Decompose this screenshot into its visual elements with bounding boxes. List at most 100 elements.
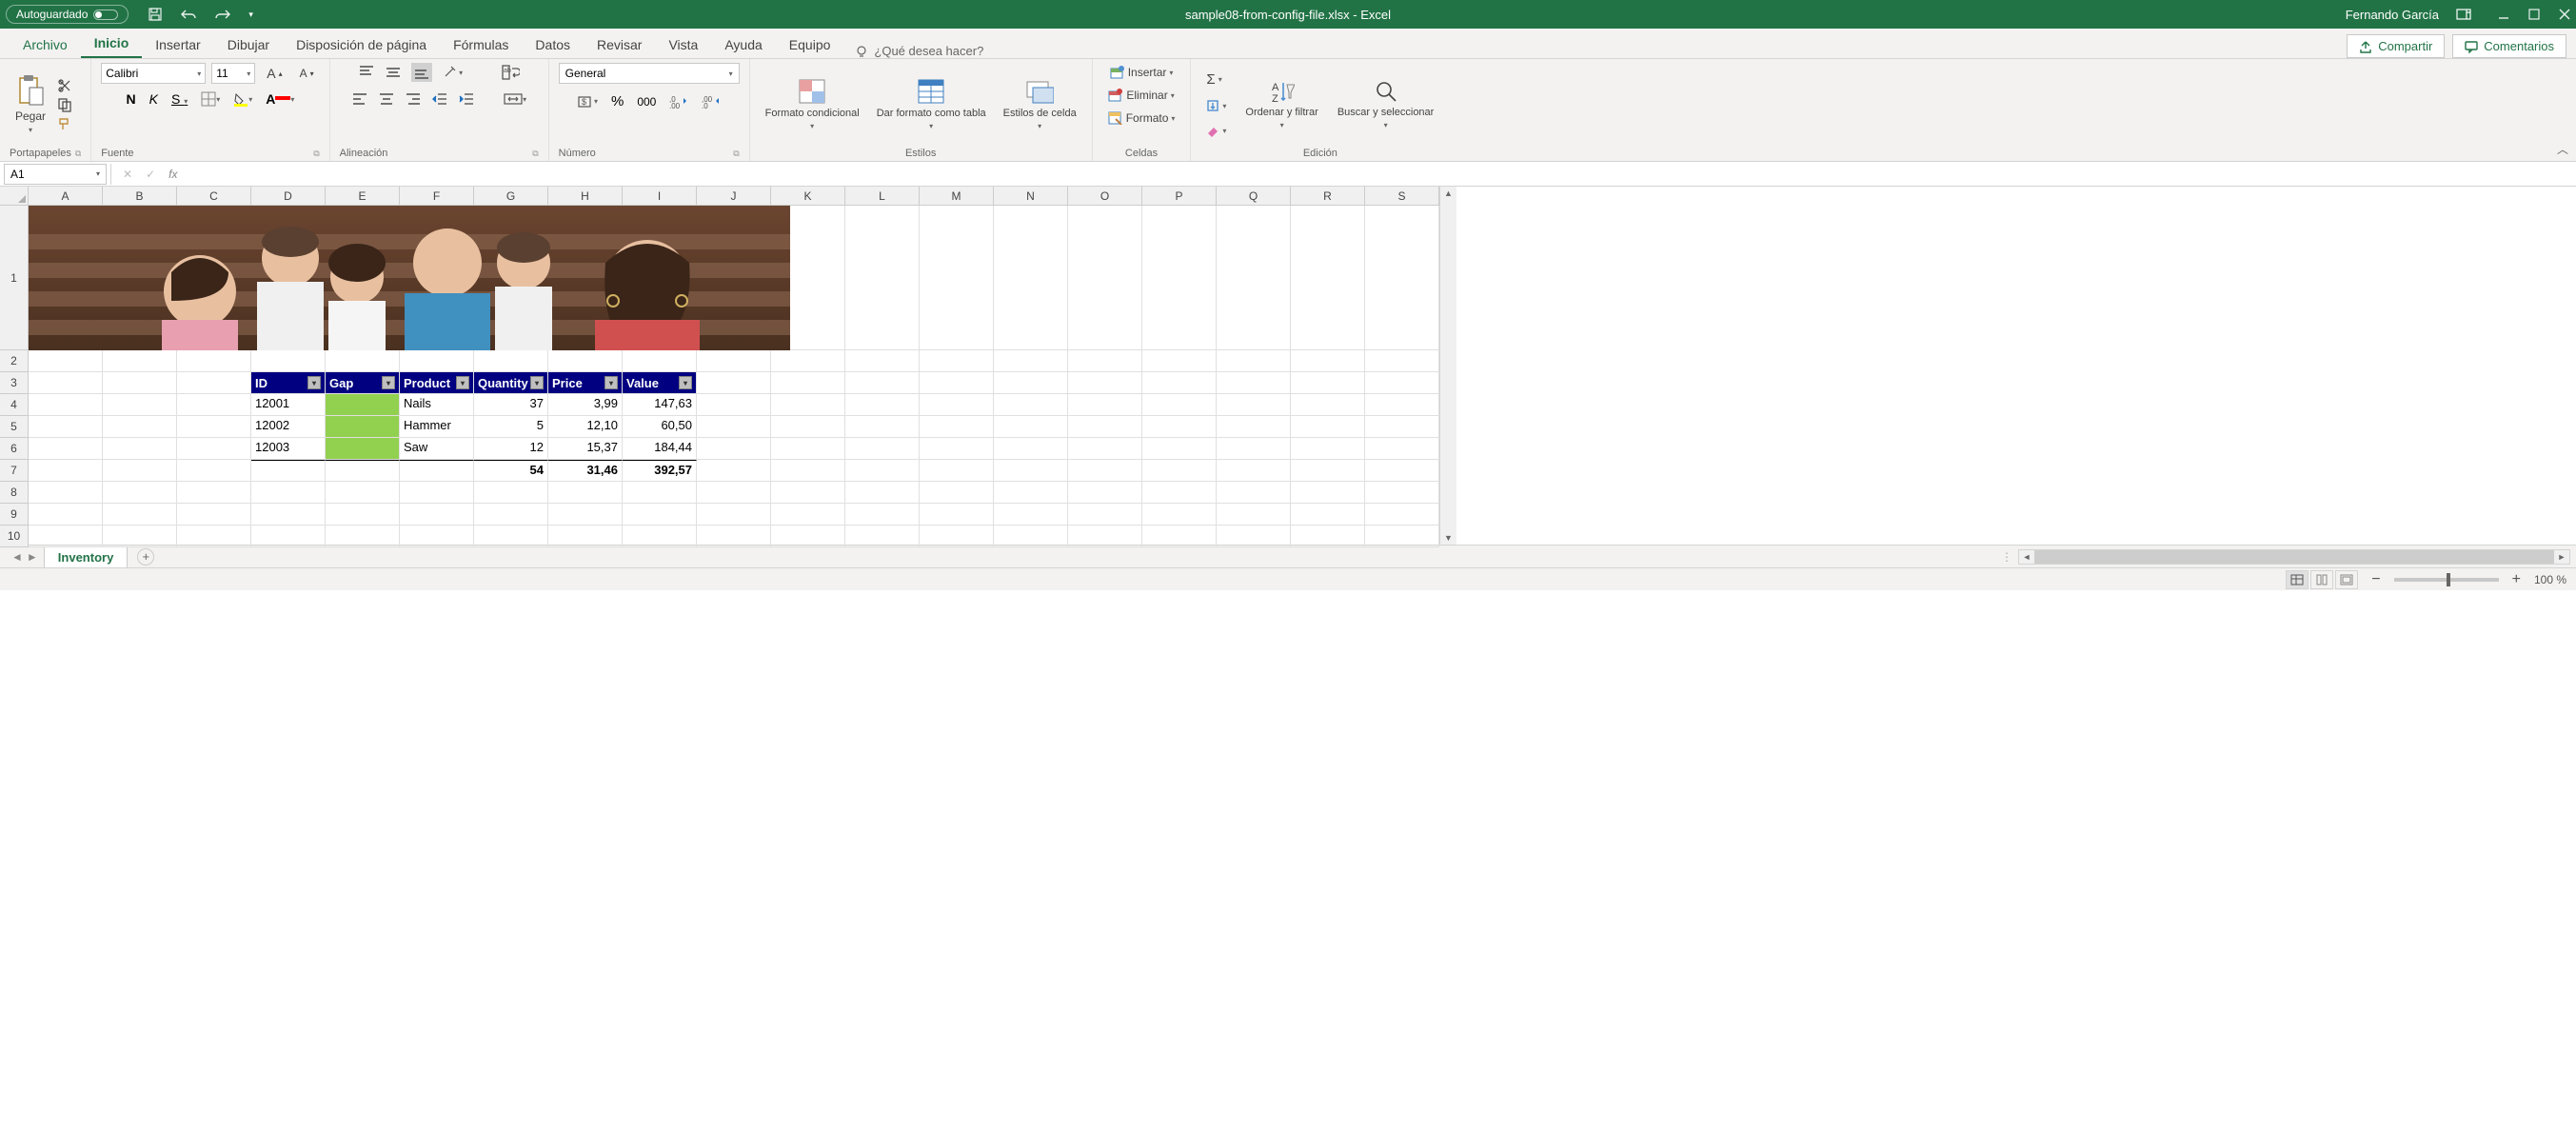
column-header[interactable]: J bbox=[697, 187, 771, 206]
tell-me-search[interactable]: ¿Qué desea hacer? bbox=[855, 44, 983, 58]
cell-qty[interactable]: 37 bbox=[474, 394, 548, 416]
column-header[interactable]: Q bbox=[1217, 187, 1291, 206]
undo-icon[interactable] bbox=[180, 8, 197, 21]
align-middle-icon[interactable] bbox=[385, 65, 402, 80]
zoom-out-button[interactable]: − bbox=[2371, 571, 2380, 588]
tab-draw[interactable]: Dibujar bbox=[214, 31, 283, 58]
embedded-image[interactable] bbox=[29, 206, 790, 350]
dialog-launcher-icon[interactable]: ⧉ bbox=[75, 149, 81, 159]
row-header[interactable]: 9 bbox=[0, 504, 29, 526]
row-header[interactable]: 8 bbox=[0, 482, 29, 504]
column-header[interactable]: S bbox=[1365, 187, 1439, 206]
insert-function-icon[interactable]: fx bbox=[168, 168, 177, 181]
cell-price[interactable]: 15,37 bbox=[548, 438, 623, 460]
name-box[interactable]: A1▾ bbox=[4, 164, 107, 185]
zoom-level[interactable]: 100 % bbox=[2534, 573, 2566, 586]
table-header-product[interactable]: Product bbox=[400, 372, 474, 394]
row-header[interactable]: 5 bbox=[0, 416, 29, 438]
increase-indent-icon[interactable] bbox=[458, 92, 475, 106]
scroll-up-icon[interactable]: ▲ bbox=[1444, 188, 1453, 198]
fill-button[interactable]: ▾ bbox=[1200, 96, 1232, 115]
row-header[interactable]: 2 bbox=[0, 350, 29, 372]
zoom-slider[interactable] bbox=[2394, 578, 2499, 582]
column-header[interactable]: I bbox=[623, 187, 697, 206]
column-header[interactable]: A bbox=[29, 187, 103, 206]
row-header[interactable]: 10 bbox=[0, 526, 29, 547]
cell-value[interactable]: 147,63 bbox=[623, 394, 697, 416]
delete-cells-button[interactable]: Eliminar▾ bbox=[1102, 86, 1179, 105]
comma-format-icon[interactable]: 000 bbox=[637, 95, 656, 109]
cell-product[interactable]: Saw bbox=[400, 438, 474, 460]
table-header-gap[interactable]: Gap bbox=[326, 372, 400, 394]
borders-icon[interactable]: ▾ bbox=[201, 91, 220, 107]
cell-gap[interactable] bbox=[326, 394, 400, 416]
cell-product[interactable]: Nails bbox=[400, 394, 474, 416]
tab-home[interactable]: Inicio bbox=[81, 30, 143, 58]
percent-format-icon[interactable]: % bbox=[611, 93, 624, 109]
horizontal-scrollbar[interactable]: ◄ ► bbox=[2018, 549, 2570, 565]
cell-id[interactable]: 12001 bbox=[251, 394, 326, 416]
page-break-view-button[interactable] bbox=[2335, 570, 2358, 589]
cell-styles-button[interactable]: Estilos de celda▾ bbox=[998, 76, 1082, 132]
scroll-thumb[interactable] bbox=[2034, 550, 2554, 564]
qat-customize-icon[interactable]: ▾ bbox=[248, 10, 253, 20]
tab-view[interactable]: Vista bbox=[655, 31, 711, 58]
column-header[interactable]: O bbox=[1068, 187, 1142, 206]
maximize-icon[interactable] bbox=[2528, 9, 2540, 20]
filter-icon[interactable] bbox=[307, 376, 321, 389]
decrease-font-icon[interactable]: A▾ bbox=[294, 64, 320, 83]
row-header[interactable]: 7 bbox=[0, 460, 29, 482]
total-qty[interactable]: 54 bbox=[474, 460, 548, 482]
decrease-indent-icon[interactable] bbox=[431, 92, 448, 106]
column-header[interactable]: C bbox=[177, 187, 251, 206]
autosum-button[interactable]: Σ ▾ bbox=[1200, 69, 1232, 90]
filter-icon[interactable] bbox=[604, 376, 618, 389]
insert-cells-button[interactable]: Insertar▾ bbox=[1104, 63, 1179, 82]
tab-split-handle[interactable]: ⋮ bbox=[1995, 550, 2018, 564]
tab-help[interactable]: Ayuda bbox=[711, 31, 775, 58]
fill-color-icon[interactable]: ▾ bbox=[233, 91, 252, 107]
number-format-select[interactable]: General▾ bbox=[559, 63, 740, 84]
cut-icon[interactable] bbox=[57, 78, 72, 93]
row-header[interactable]: 3 bbox=[0, 372, 29, 394]
tab-page-layout[interactable]: Disposición de página bbox=[283, 31, 440, 58]
font-color-icon[interactable]: A▾ bbox=[266, 91, 294, 107]
format-cells-button[interactable]: Formato▾ bbox=[1102, 109, 1181, 128]
row-header[interactable]: 4 bbox=[0, 394, 29, 416]
column-header[interactable]: M bbox=[920, 187, 994, 206]
accounting-format-icon[interactable]: $▾ bbox=[577, 94, 598, 109]
minimize-icon[interactable] bbox=[2498, 9, 2509, 20]
enter-formula-icon[interactable]: ✓ bbox=[146, 168, 155, 181]
underline-button[interactable]: S ▾ bbox=[171, 91, 188, 107]
cell-qty[interactable]: 5 bbox=[474, 416, 548, 438]
normal-view-button[interactable] bbox=[2286, 570, 2308, 589]
decrease-decimal-icon[interactable]: ,00,0 bbox=[702, 95, 721, 109]
align-center-icon[interactable] bbox=[378, 92, 395, 106]
font-name-select[interactable]: Calibri▾ bbox=[101, 63, 206, 84]
filter-icon[interactable] bbox=[530, 376, 544, 389]
dialog-launcher-icon[interactable]: ⧉ bbox=[532, 149, 538, 159]
user-name[interactable]: Fernando García bbox=[2346, 8, 2439, 22]
cell-gap[interactable] bbox=[326, 416, 400, 438]
redo-icon[interactable] bbox=[214, 8, 231, 21]
column-header[interactable]: G bbox=[474, 187, 548, 206]
column-header[interactable]: R bbox=[1291, 187, 1365, 206]
vertical-scrollbar[interactable]: ▲ ▼ bbox=[1439, 187, 1456, 545]
wrap-text-icon[interactable]: ab bbox=[501, 64, 520, 81]
formula-input[interactable] bbox=[188, 164, 2576, 185]
cells-area[interactable]: ID Gap Product Quantity Price Value 1200… bbox=[29, 206, 1439, 547]
next-sheet-icon[interactable]: ► bbox=[27, 550, 38, 564]
total-price[interactable]: 31,46 bbox=[548, 460, 623, 482]
scroll-down-icon[interactable]: ▼ bbox=[1444, 533, 1453, 543]
prev-sheet-icon[interactable]: ◄ bbox=[11, 550, 23, 564]
italic-button[interactable]: K bbox=[149, 91, 158, 107]
column-header[interactable]: D bbox=[251, 187, 326, 206]
comments-button[interactable]: Comentarios bbox=[2452, 34, 2566, 58]
select-all-button[interactable] bbox=[0, 187, 29, 206]
cell-product[interactable]: Hammer bbox=[400, 416, 474, 438]
scroll-right-icon[interactable]: ► bbox=[2554, 552, 2569, 562]
close-icon[interactable] bbox=[2559, 9, 2570, 20]
paste-button[interactable]: Pegar ▾ bbox=[10, 72, 51, 136]
align-top-icon[interactable] bbox=[358, 65, 375, 80]
tab-insert[interactable]: Insertar bbox=[142, 31, 213, 58]
